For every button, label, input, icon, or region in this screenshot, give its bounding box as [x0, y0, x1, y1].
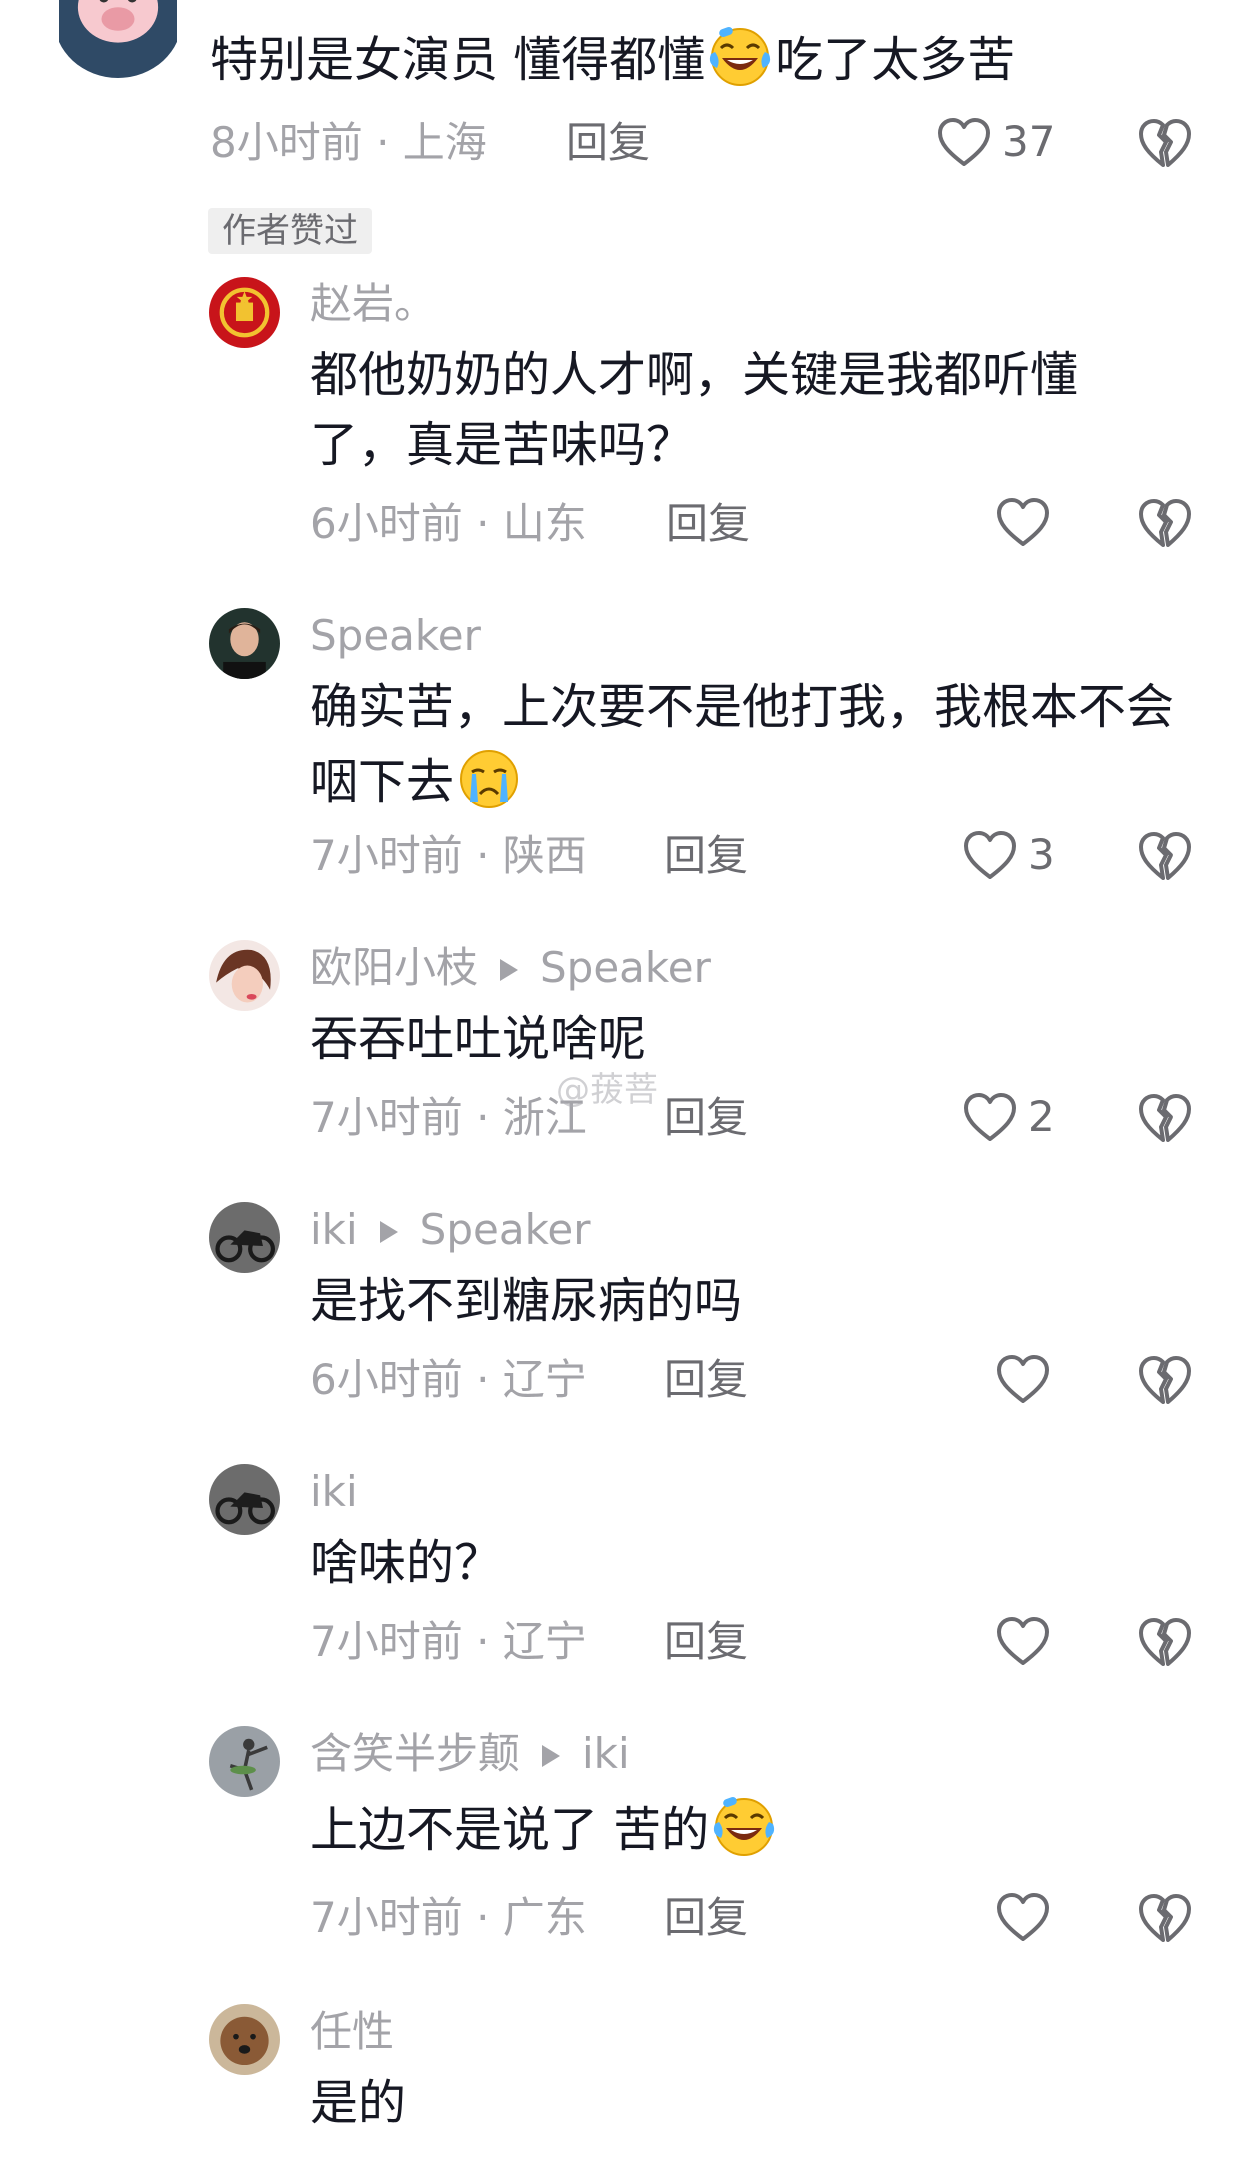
dog-avatar-icon	[209, 2004, 280, 2075]
crying-emoji-icon	[454, 742, 524, 812]
heart-icon	[995, 1615, 1051, 1667]
emblem-avatar-icon	[209, 277, 280, 348]
like-button[interactable]	[995, 1615, 1051, 1667]
dislike-icon[interactable]	[1137, 496, 1193, 550]
comment-username[interactable]: 欧阳小枝 Speaker	[310, 947, 711, 989]
laughing-crying-emoji-icon	[709, 1790, 779, 1860]
reply-button[interactable]: 回复	[664, 1621, 748, 1663]
avatar[interactable]	[209, 1202, 280, 1273]
comment-text: 吞吞吐吐说啥呢	[310, 1011, 647, 1067]
heart-icon	[995, 1891, 1051, 1943]
motorcycle-avatar-icon	[209, 1464, 280, 1535]
comment-time-location: 7小时前 · 陕西	[310, 831, 587, 880]
reply-button[interactable]: 回复	[566, 122, 650, 164]
dislike-icon[interactable]	[1137, 1091, 1193, 1145]
reply-button[interactable]: 回复	[664, 1097, 748, 1139]
avatar[interactable]	[209, 608, 280, 679]
reply-button[interactable]: 回复	[666, 503, 750, 545]
like-button[interactable]	[995, 496, 1051, 548]
like-count: 2	[1028, 1092, 1055, 1141]
girl-avatar-icon	[209, 940, 280, 1011]
reply-arrow-icon	[500, 958, 519, 981]
reply-button[interactable]: 回复	[664, 1897, 748, 1939]
dislike-icon[interactable]	[1137, 1615, 1193, 1669]
comment-text: 确实苦，上次要不是他打我，我根本不会咽下去	[310, 679, 1175, 812]
motorcycle-avatar-icon	[209, 1202, 280, 1273]
like-button[interactable]: 2	[962, 1091, 1055, 1143]
avatar[interactable]	[209, 277, 280, 348]
comment-time-location: 7小时前 · 浙江	[310, 1093, 587, 1142]
reply-button[interactable]: 回复	[664, 1359, 748, 1401]
comment-username[interactable]: iki	[310, 1471, 358, 1513]
like-count: 3	[1028, 830, 1055, 879]
comment-username[interactable]: 赵岩。	[310, 283, 436, 325]
comment-time-location: 6小时前 · 辽宁	[310, 1355, 587, 1404]
heart-icon	[995, 1353, 1051, 1405]
comment-username[interactable]: 含笑半步颠 iki	[310, 1733, 630, 1775]
comment-username[interactable]: Speaker	[310, 615, 481, 657]
comment-text: 啥味的？	[310, 1535, 503, 1591]
reply-to-username[interactable]: iki	[582, 1729, 630, 1778]
comment-time-location: 7小时前 · 辽宁	[310, 1617, 587, 1666]
weibo-watermark: @菝菩	[556, 1070, 658, 1110]
dislike-icon[interactable]	[1137, 829, 1193, 883]
reply-to-username[interactable]: Speaker	[540, 943, 711, 992]
avatar[interactable]	[209, 1726, 280, 1797]
avatar[interactable]	[209, 2004, 280, 2075]
heart-icon	[936, 116, 992, 168]
like-button[interactable]: 37	[936, 116, 1055, 168]
like-button[interactable]	[995, 1891, 1051, 1943]
comment-time-location: 8小时前 · 上海	[210, 118, 487, 167]
author-liked-badge: 作者赞过	[208, 208, 372, 254]
like-button[interactable]	[995, 1353, 1051, 1405]
comment-text: 特别是女演员 懂得都懂 吃了太多苦	[210, 20, 1210, 95]
heart-icon	[995, 496, 1051, 548]
comment-username[interactable]: 任性	[310, 2011, 394, 2053]
heart-icon	[962, 1091, 1018, 1143]
reply-arrow-icon	[379, 1220, 398, 1243]
reply-arrow-icon	[542, 1744, 561, 1767]
dancer-avatar-icon	[209, 1726, 280, 1797]
like-button[interactable]: 3	[962, 829, 1055, 881]
person-avatar-icon	[209, 608, 280, 679]
laughing-crying-emoji-icon	[705, 20, 775, 90]
comment-text: 都他奶奶的人才啊，关键是我都听懂了，真是苦味吗？	[310, 347, 1079, 473]
avatar[interactable]	[54, 0, 182, 78]
avatar[interactable]	[209, 1464, 280, 1535]
reply-button[interactable]: 回复	[664, 835, 748, 877]
pig-avatar-icon	[59, 0, 177, 78]
comment-text: 是找不到糖尿病的吗	[310, 1273, 743, 1329]
comment-text: 上边不是说了 苦的	[310, 1790, 1260, 1865]
dislike-icon[interactable]	[1137, 116, 1193, 170]
comment-time-location: 6小时前 · 山东	[310, 499, 587, 548]
dislike-icon[interactable]	[1137, 1891, 1193, 1945]
dislike-icon[interactable]	[1137, 1353, 1193, 1407]
comment-username[interactable]: iki Speaker	[310, 1209, 591, 1251]
reply-to-username[interactable]: Speaker	[420, 1205, 591, 1254]
comment-time-location: 7小时前 · 广东	[310, 1893, 587, 1942]
heart-icon	[962, 829, 1018, 881]
avatar[interactable]	[209, 940, 280, 1011]
like-count: 37	[1002, 117, 1056, 166]
comment-text: 是的	[310, 2075, 407, 2131]
